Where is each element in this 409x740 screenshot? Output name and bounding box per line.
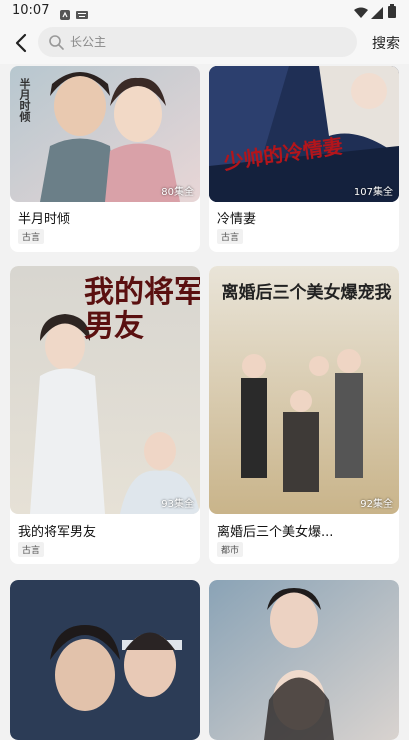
- drama-title: 离婚后三个美女爆...: [217, 525, 334, 540]
- drama-title: 冷情妻: [217, 212, 257, 227]
- drama-card[interactable]: 离婚后三个美女爆宠我 92集全 离婚后三个美女爆... 都市: [209, 266, 399, 564]
- signal-icon: [371, 4, 383, 23]
- status-bar: 10:07: [0, 0, 409, 22]
- battery-icon: [388, 3, 396, 22]
- search-button[interactable]: 搜索: [372, 33, 400, 53]
- drama-card[interactable]: 半月时倾 80集全 半月时倾 古言: [10, 66, 200, 252]
- poster-title-art: 离婚后三个美女爆宠我: [221, 283, 392, 303]
- search-placeholder: 长公主: [70, 35, 107, 49]
- genre-tag: 都市: [217, 542, 244, 557]
- episode-count: 93集全: [161, 499, 194, 510]
- genre-tag: 古言: [217, 229, 244, 244]
- drama-title: 半月时倾: [18, 212, 71, 227]
- search-input[interactable]: 长公主: [38, 27, 357, 57]
- drama-title: 我的将军男友: [18, 525, 97, 540]
- poster-image: 离婚后三个美女爆宠我 92集全: [209, 266, 399, 514]
- episode-count: 107集全: [353, 187, 393, 198]
- search-icon: [48, 34, 64, 54]
- back-button[interactable]: [8, 31, 34, 55]
- search-header: 长公主 搜索: [0, 22, 409, 64]
- drama-card[interactable]: [10, 580, 200, 740]
- drama-card[interactable]: 我的将军男友 93集全 我的将军男友 古言: [10, 266, 200, 564]
- episode-count: 80集全: [161, 187, 194, 198]
- poster-image: 半月时倾 80集全: [10, 66, 200, 202]
- episode-count: 92集全: [360, 499, 393, 510]
- genre-tag: 古言: [18, 229, 45, 244]
- wifi-icon: [354, 4, 368, 23]
- status-time: 10:07: [12, 3, 50, 18]
- drama-card[interactable]: [209, 580, 399, 740]
- genre-tag: 古言: [18, 542, 45, 557]
- poster-image: [10, 580, 200, 740]
- poster-image: 我的将军男友 93集全: [10, 266, 200, 514]
- drama-card[interactable]: 少帅的冷情妻 107集全 冷情妻 古言: [209, 66, 399, 252]
- poster-image: 少帅的冷情妻 107集全: [209, 66, 399, 202]
- poster-title-art: 半月时倾: [18, 78, 31, 122]
- poster-title-art: 我的将军男友: [84, 275, 200, 344]
- poster-image: [209, 580, 399, 740]
- chevron-left-icon: [15, 33, 27, 53]
